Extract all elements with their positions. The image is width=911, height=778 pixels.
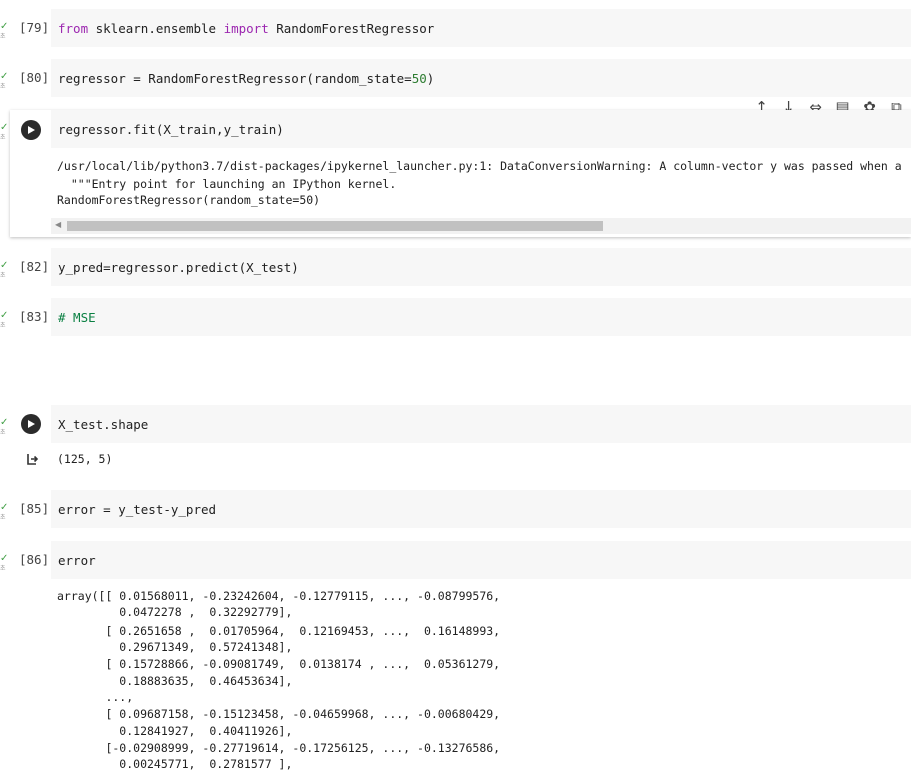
horizontal-scrollbar[interactable]: ◀ xyxy=(51,218,911,234)
run-cell-button[interactable] xyxy=(21,414,41,434)
cell-output-line: [ 0.2651658 , 0.01705964, 0.12169453, ..… xyxy=(57,624,501,638)
cell-output-line: [ 0.15728866, -0.09081749, 0.0138174 , .… xyxy=(57,657,501,671)
execution-count: [80] xyxy=(19,70,50,85)
output-redirect-icon[interactable] xyxy=(25,452,39,466)
code-editor[interactable]: error xyxy=(51,541,911,579)
executed-check-icon: ✓ 초 xyxy=(0,21,9,40)
code-editor[interactable]: regressor.fit(X_train,y_train) xyxy=(51,110,911,148)
cell-output-line: 0.29671349, 0.57241348], xyxy=(57,640,293,654)
cell-output-line: [ 0.09687158, -0.15123458, -0.04659968, … xyxy=(57,707,501,721)
cell-output-line: [-0.02908999, -0.27719614, -0.17256125, … xyxy=(57,741,501,755)
cell-output-line: /usr/local/lib/python3.7/dist-packages/i… xyxy=(57,159,902,173)
executed-check-icon: ✓ 초 xyxy=(0,417,9,436)
cell-output-line: 0.0472278 , 0.32292779], xyxy=(57,605,293,619)
run-cell-button[interactable] xyxy=(21,120,41,140)
cell-output-line: """Entry point for launching an IPython … xyxy=(57,177,397,191)
executed-check-icon: ✓ 초 xyxy=(0,260,9,279)
executed-check-icon: ✓ 초 xyxy=(0,553,9,572)
code-editor[interactable]: regressor = RandomForestRegressor(random… xyxy=(51,59,911,97)
execution-count: [85] xyxy=(19,501,50,516)
execution-count: [79] xyxy=(19,20,50,35)
play-icon xyxy=(28,420,35,428)
cell-output-line: array([[ 0.01568011, -0.23242604, -0.127… xyxy=(57,589,501,603)
code-editor[interactable]: from sklearn.ensemble import RandomFores… xyxy=(51,9,911,47)
executed-check-icon: ✓ 초 xyxy=(0,502,9,521)
code-editor[interactable]: error = y_test-y_pred xyxy=(51,490,911,528)
cell-output-line: ..., xyxy=(57,690,134,704)
code-editor[interactable]: X_test.shape xyxy=(51,405,911,443)
scroll-left-icon[interactable]: ◀ xyxy=(55,220,61,229)
cell-output-line: 0.00245771, 0.2781577 ], xyxy=(57,757,293,771)
cell-output-line: RandomForestRegressor(random_state=50) xyxy=(57,193,321,207)
executed-check-icon: ✓ 초 xyxy=(0,122,9,141)
execution-count: [82] xyxy=(19,259,50,274)
code-editor[interactable]: # MSE xyxy=(51,298,911,336)
executed-check-icon: ✓ 초 xyxy=(0,71,9,90)
execution-count: [86] xyxy=(19,552,50,567)
scrollbar-thumb[interactable] xyxy=(67,221,603,231)
execution-count: [83] xyxy=(19,309,50,324)
executed-check-icon: ✓ 초 xyxy=(0,310,9,329)
cell-output-line: 0.18883635, 0.46453634], xyxy=(57,674,293,688)
cell-output-line: 0.12841927, 0.40411926], xyxy=(57,724,293,738)
play-icon xyxy=(28,126,35,134)
cell-output: (125, 5) xyxy=(57,452,113,466)
code-editor[interactable]: y_pred=regressor.predict(X_test) xyxy=(51,248,911,286)
